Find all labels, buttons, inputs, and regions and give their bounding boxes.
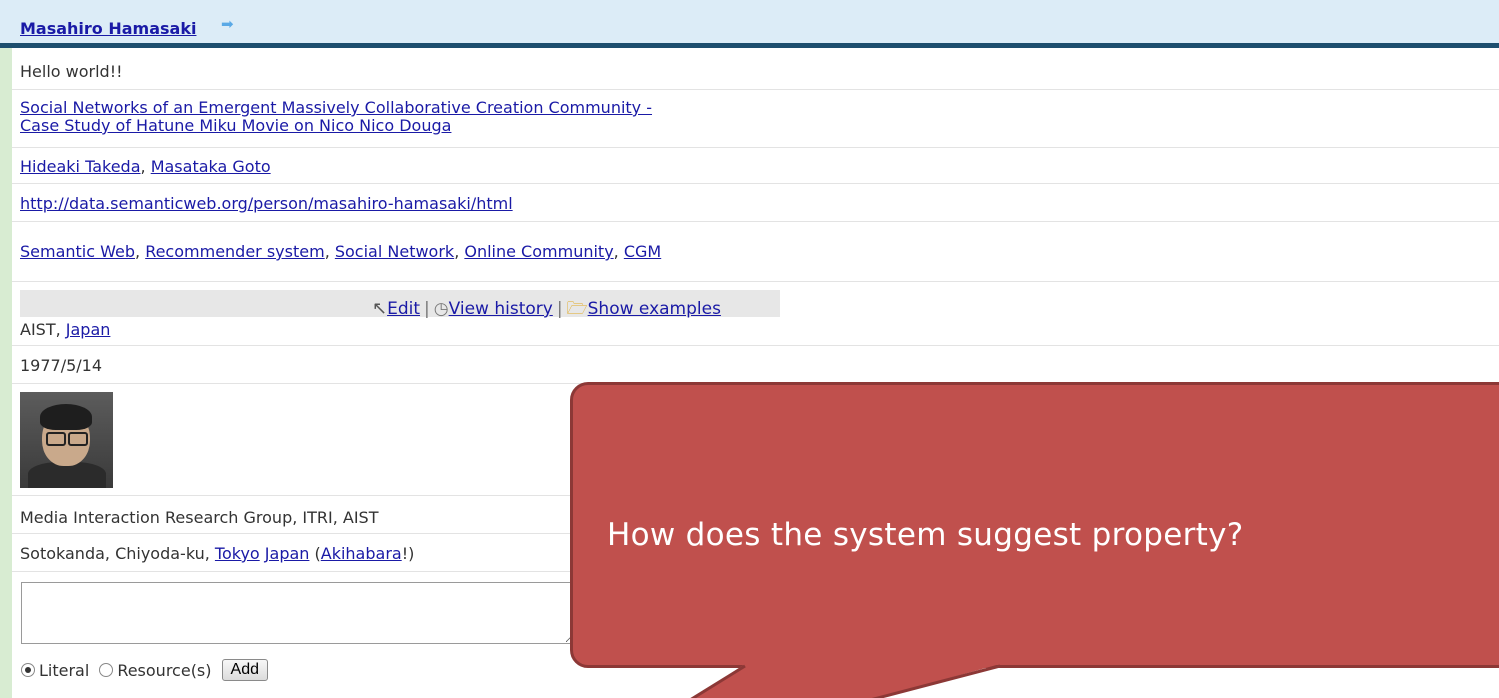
- interest-link[interactable]: Social Network: [335, 242, 454, 261]
- profile-header: Masahiro Hamasaki ➡: [0, 0, 1499, 48]
- folder-icon: 🗁: [566, 299, 588, 319]
- affiliation-row: AIST, Japan: [12, 318, 1499, 346]
- address-prefix: Sotokanda, Chiyoda-ku,: [20, 544, 215, 563]
- profile-name-link[interactable]: Masahiro Hamasaki: [20, 19, 196, 38]
- homepage-row: http://data.semanticweb.org/person/masah…: [12, 184, 1499, 222]
- interests-row: Semantic Web, Recommender system, Social…: [12, 222, 1499, 282]
- city-link[interactable]: Tokyo: [215, 544, 260, 563]
- value-textarea[interactable]: [21, 582, 575, 644]
- cursor-icon: ↖: [372, 298, 388, 319]
- greeting-text: Hello world!!: [20, 62, 123, 81]
- literal-label: Literal: [39, 660, 90, 680]
- resource-radio[interactable]: [99, 663, 114, 677]
- show-examples-link[interactable]: Show examples: [588, 299, 721, 319]
- paper-row: Social Networks of an Emergent Massively…: [12, 90, 1499, 148]
- coauthor-link[interactable]: Hideaki Takeda: [20, 157, 141, 176]
- arrow-right-icon[interactable]: ➡: [221, 15, 234, 33]
- birthdate-text: 1977/5/14: [20, 356, 103, 375]
- coauthor-link[interactable]: Masataka Goto: [151, 157, 271, 176]
- add-button[interactable]: Add: [221, 659, 268, 681]
- birthdate-row: 1977/5/14: [12, 346, 1499, 384]
- interest-link[interactable]: Semantic Web: [20, 242, 135, 261]
- affiliation-org: AIST,: [20, 320, 66, 339]
- value-type-selector: Literal Resource(s) Add: [21, 659, 268, 681]
- paper-link-line1[interactable]: Social Networks of an Emergent Massively…: [20, 98, 652, 117]
- profile-photo: [20, 392, 113, 488]
- resource-label: Resource(s): [117, 660, 212, 680]
- homepage-link[interactable]: http://data.semanticweb.org/person/masah…: [20, 194, 513, 213]
- country-link[interactable]: Japan: [66, 320, 111, 339]
- interest-link[interactable]: Online Community: [464, 242, 613, 261]
- address-suffix: !): [401, 544, 415, 563]
- country-link[interactable]: Japan: [265, 544, 310, 563]
- clock-icon: ◷: [433, 299, 449, 319]
- interest-link[interactable]: CGM: [624, 242, 661, 261]
- place-link[interactable]: Akihabara: [321, 544, 402, 563]
- left-accent-bar: [0, 0, 12, 698]
- callout-text: How does the system suggest property?: [607, 517, 1244, 553]
- literal-radio[interactable]: [21, 663, 35, 677]
- coauthors-row: Hideaki Takeda, Masataka Goto: [12, 148, 1499, 184]
- paper-link-line2[interactable]: Case Study of Hatune Miku Movie on Nico …: [20, 116, 451, 135]
- greeting-row: Hello world!!: [12, 58, 1499, 90]
- interest-link[interactable]: Recommender system: [145, 242, 325, 261]
- group-text: Media Interaction Research Group, ITRI, …: [20, 508, 379, 527]
- view-history-link[interactable]: View history: [449, 299, 553, 319]
- edit-link[interactable]: Edit: [387, 299, 420, 319]
